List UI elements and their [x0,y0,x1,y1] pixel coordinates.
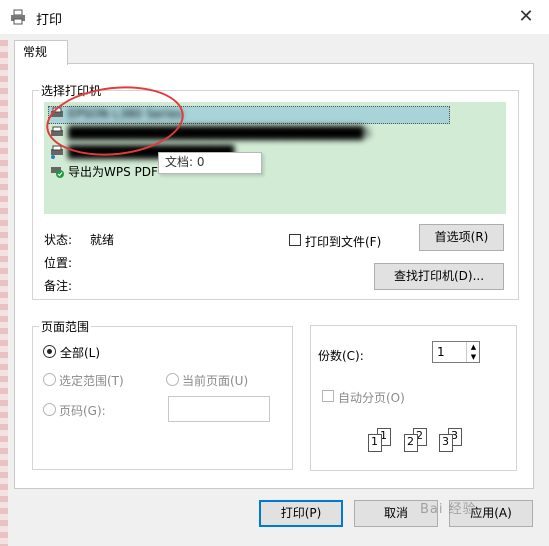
preferences-button[interactable]: 首选项(R) [419,224,504,251]
status-label: 状态: [44,233,73,247]
comment-label: 备注: [44,279,73,293]
spin-up-button[interactable]: ▲ [466,342,480,352]
collate-page: 3 [439,434,453,452]
current-page-radio[interactable] [166,373,179,386]
printer-item[interactable]: 导出为WPS PDF [50,162,158,180]
printer-name: 导出为WPS PDF [68,164,158,179]
find-printer-button[interactable]: 查找打印机(D)... [374,263,504,290]
close-button[interactable]: ✕ [510,2,542,30]
status-value: 就绪 [90,233,115,247]
pages-radio[interactable] [43,403,56,416]
location-label: 位置: [44,256,73,270]
collate-page: 2 [404,434,418,452]
watermark: Bai 经验 [420,502,477,517]
selection-radio[interactable] [43,373,56,386]
collate-page: 1 [368,434,382,452]
window-title: 打印 [36,13,63,28]
default-printer-icon [51,167,64,178]
printer-tooltip: 文档: 0 [158,152,262,174]
print-to-file-checkbox[interactable] [289,234,301,246]
print-button[interactable]: 打印(P) [259,500,343,527]
page-range-groupbox: 页面范围 [32,318,293,470]
background-decoration [0,40,8,546]
printer-icon [11,9,25,25]
copies-label: 份数(C): [318,349,364,363]
pages-input[interactable] [168,396,270,422]
current-page-label: 当前页面(U) [182,374,249,388]
close-icon: ✕ [518,5,534,27]
page-range-legend: 页面范围 [41,320,90,334]
all-pages-radio[interactable] [43,345,56,358]
tab-general[interactable]: 常规 [14,40,68,65]
collate-checkbox[interactable] [322,390,334,402]
all-pages-label: 全部(L) [60,346,101,360]
collate-label: 自动分页(O) [338,391,405,405]
title-bar: 打印 ✕ [0,0,549,34]
print-to-file-label: 打印到文件(F) [305,235,382,249]
selection-label: 选定范围(T) [59,374,124,388]
pages-label: 页码(G): [59,404,106,418]
spin-down-button[interactable]: ▼ [466,352,480,362]
